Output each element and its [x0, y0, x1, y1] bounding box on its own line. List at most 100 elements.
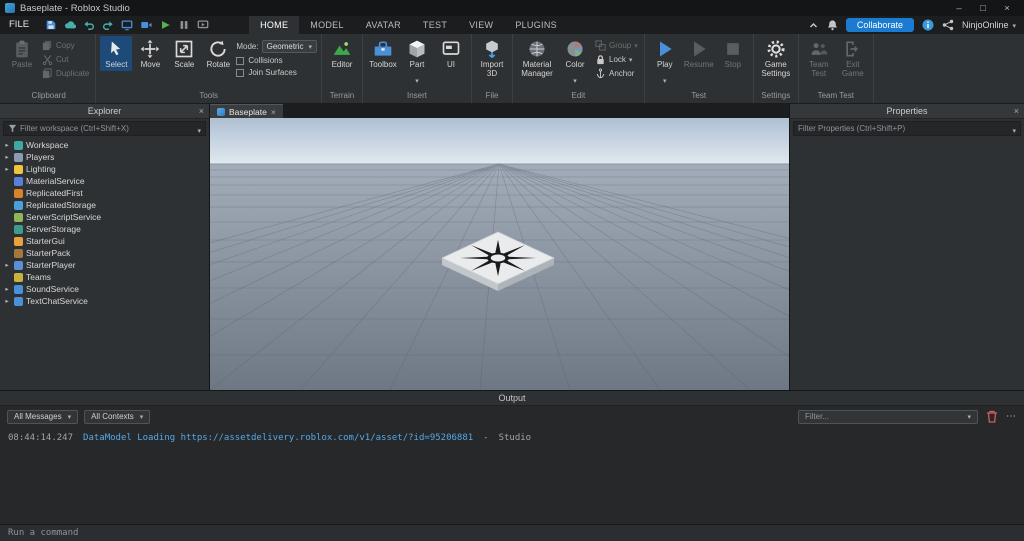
- expand-arrow-icon[interactable]: ▸: [3, 165, 11, 173]
- tree-item-teams[interactable]: Teams: [0, 271, 209, 283]
- more-options-button[interactable]: ⋯: [1006, 411, 1017, 422]
- expand-arrow-icon[interactable]: ▸: [3, 153, 11, 161]
- tab-test[interactable]: TEST: [412, 16, 458, 34]
- clear-output-button[interactable]: [984, 410, 1000, 424]
- tree-item-lighting[interactable]: ▸ Lighting: [0, 163, 209, 175]
- toolbox-button[interactable]: Toolbox: [367, 36, 399, 71]
- ribbon-group-tools: Select Move Scale Rotate Mode: Geometric…: [96, 34, 323, 103]
- workspace-icon: [14, 140, 23, 150]
- pause-icon[interactable]: [177, 19, 190, 32]
- collapse-ribbon-icon[interactable]: [808, 20, 819, 31]
- minimize-button[interactable]: –: [947, 3, 971, 14]
- expand-arrow-icon[interactable]: ▸: [3, 141, 11, 149]
- tab-plugins[interactable]: PLUGINS: [504, 16, 568, 34]
- share-icon[interactable]: [942, 19, 954, 31]
- cut-button[interactable]: Cut: [40, 54, 91, 65]
- tree-item-replicatedfirst[interactable]: ReplicatedFirst: [0, 187, 209, 199]
- tab-home[interactable]: HOME: [249, 16, 300, 34]
- publish-icon[interactable]: [63, 19, 76, 32]
- play-icon[interactable]: [158, 19, 171, 32]
- close-icon[interactable]: ×: [1014, 104, 1019, 119]
- select-tool-button[interactable]: Select: [100, 36, 133, 72]
- contexts-filter-dropdown[interactable]: All Contexts: [84, 409, 151, 424]
- explorer-filter-input[interactable]: [20, 124, 195, 133]
- resume-button[interactable]: Resume: [683, 36, 715, 71]
- panel-title: Properties: [886, 106, 928, 116]
- close-icon[interactable]: ×: [271, 107, 276, 117]
- output-filter-input[interactable]: [805, 412, 962, 421]
- copy-button[interactable]: Copy: [40, 40, 91, 51]
- terrain-editor-button[interactable]: Editor: [326, 36, 358, 71]
- ui-button[interactable]: UI: [435, 36, 467, 71]
- exit-game-button[interactable]: Exit Game: [837, 36, 869, 80]
- expand-arrow-icon[interactable]: ▸: [3, 297, 11, 305]
- tab-view[interactable]: VIEW: [458, 16, 504, 34]
- user-account-menu[interactable]: NinjoOnline: [962, 20, 1016, 30]
- expand-arrow-icon[interactable]: ▸: [3, 285, 11, 293]
- collaborate-button[interactable]: Collaborate: [845, 18, 914, 32]
- tab-model[interactable]: MODEL: [299, 16, 355, 34]
- maximize-button[interactable]: □: [971, 3, 995, 14]
- tree-item-materialservice[interactable]: MaterialService: [0, 175, 209, 187]
- tab-baseplate[interactable]: Baseplate ×: [210, 104, 283, 118]
- group-button[interactable]: Group: [593, 40, 640, 51]
- lock-button[interactable]: Lock: [593, 54, 640, 65]
- rotate-tool-button[interactable]: Rotate: [202, 36, 234, 71]
- color-button[interactable]: Color: [559, 36, 591, 90]
- duplicate-button[interactable]: Duplicate: [40, 68, 91, 79]
- join-surfaces-checkbox[interactable]: Join Surfaces: [236, 68, 317, 77]
- close-icon[interactable]: ×: [199, 104, 204, 119]
- ribbon-group-file: Import 3D File: [472, 34, 514, 103]
- tree-item-label: Lighting: [26, 164, 56, 174]
- save-icon[interactable]: [44, 19, 57, 32]
- team-test-button[interactable]: Team Test: [803, 36, 835, 80]
- tree-item-workspace[interactable]: ▸ Workspace: [0, 139, 209, 151]
- file-menu-button[interactable]: FILE: [0, 16, 38, 34]
- log-message[interactable]: DataModel Loading https://assetdelivery.…: [83, 433, 473, 443]
- anchor-button[interactable]: Anchor: [593, 68, 640, 79]
- chevron-down-icon[interactable]: [1012, 120, 1016, 138]
- tree-item-soundservice[interactable]: ▸ SoundService: [0, 283, 209, 295]
- mode-select[interactable]: Geometric: [261, 40, 318, 53]
- record-video-icon[interactable]: [139, 19, 152, 32]
- notifications-bell-icon[interactable]: [827, 19, 838, 31]
- 3d-viewport[interactable]: [210, 118, 789, 390]
- redo-icon[interactable]: [101, 19, 114, 32]
- undo-icon[interactable]: [82, 19, 95, 32]
- command-input[interactable]: [8, 528, 1016, 538]
- button-label: Color: [565, 60, 585, 69]
- tree-item-startergui[interactable]: StarterGui: [0, 235, 209, 247]
- chevron-down-icon: [1012, 20, 1016, 30]
- ribbon-group-terrain: Editor Terrain: [322, 34, 364, 103]
- screenshot-icon[interactable]: [120, 19, 133, 32]
- tab-avatar[interactable]: AVATAR: [355, 16, 412, 34]
- paste-button[interactable]: Paste: [6, 36, 38, 71]
- button-label: Resume: [683, 60, 714, 69]
- chevron-down-icon[interactable]: [197, 120, 201, 138]
- info-icon[interactable]: [922, 19, 934, 31]
- material-manager-button[interactable]: Material Manager: [517, 36, 557, 80]
- output-filter-combo[interactable]: [798, 409, 978, 424]
- tree-item-serverstorage[interactable]: ServerStorage: [0, 223, 209, 235]
- tree-item-starterplayer[interactable]: ▸ StarterPlayer: [0, 259, 209, 271]
- tree-item-starterpack[interactable]: StarterPack: [0, 247, 209, 259]
- stop-button[interactable]: Stop: [717, 36, 749, 71]
- expand-arrow-icon[interactable]: ▸: [3, 261, 11, 269]
- properties-filter-input[interactable]: [798, 124, 1010, 133]
- collisions-checkbox[interactable]: Collisions: [236, 56, 317, 65]
- import-3d-button[interactable]: Import 3D: [476, 36, 508, 80]
- move-tool-button[interactable]: Move: [134, 36, 166, 71]
- game-settings-button[interactable]: Game Settings: [758, 36, 794, 80]
- messages-filter-dropdown[interactable]: All Messages: [7, 409, 79, 424]
- tree-item-replicatedstorage[interactable]: ReplicatedStorage: [0, 199, 209, 211]
- tree-item-players[interactable]: ▸ Players: [0, 151, 209, 163]
- output-header: Output: [0, 391, 1024, 406]
- play-button[interactable]: Play: [649, 36, 681, 90]
- screen-share-icon[interactable]: [196, 19, 209, 32]
- tree-item-textchatservice[interactable]: ▸ TextChatService: [0, 295, 209, 307]
- part-button[interactable]: Part: [401, 36, 433, 90]
- tree-item-serverscriptservice[interactable]: ServerScriptService: [0, 211, 209, 223]
- scale-tool-button[interactable]: Scale: [168, 36, 200, 71]
- select-cursor-icon: [106, 39, 126, 59]
- close-button[interactable]: ×: [995, 3, 1019, 14]
